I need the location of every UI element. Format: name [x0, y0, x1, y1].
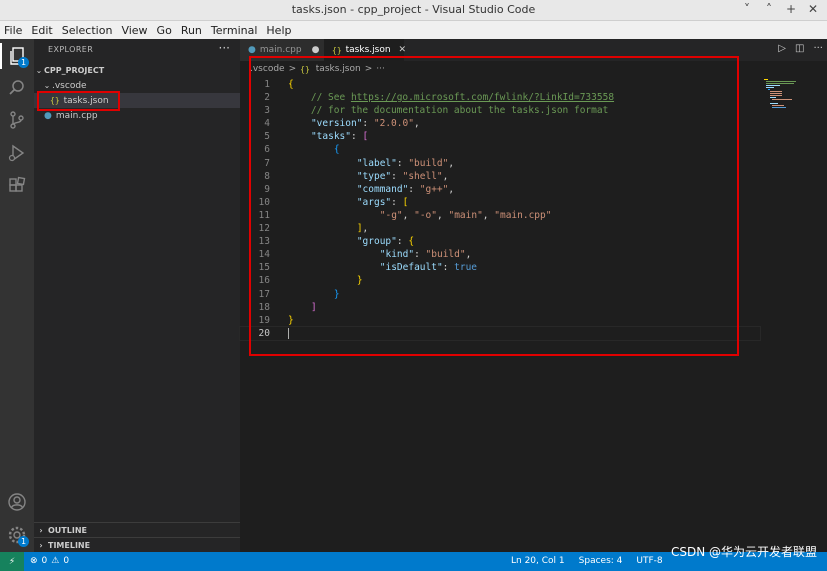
menu-bar: File Edit Selection View Go Run Terminal…: [0, 21, 827, 39]
explorer-activity[interactable]: 1: [0, 41, 34, 71]
encoding[interactable]: UTF-8: [636, 556, 662, 566]
project-name: CPP_PROJECT: [44, 66, 105, 75]
split-editor-icon[interactable]: ◫: [795, 43, 804, 54]
cpp-file-icon: ●: [44, 110, 52, 121]
menu-file[interactable]: File: [4, 24, 22, 37]
settings-badge: 1: [18, 536, 29, 547]
account-icon: [8, 493, 26, 511]
warning-count: 0: [63, 556, 70, 566]
chevron-down-icon: ⌄: [35, 66, 43, 75]
menu-view[interactable]: View: [121, 24, 147, 37]
editor-actions: ▷ ◫ ···: [778, 43, 823, 54]
window-expand-button[interactable]: ˄: [763, 2, 775, 16]
highlight-box-explorer-item: [37, 91, 120, 111]
extensions-activity[interactable]: [0, 171, 34, 201]
search-icon: [9, 80, 24, 95]
title-bar: tasks.json - cpp_project - Visual Studio…: [0, 0, 827, 21]
explorer-header: EXPLORER: [48, 45, 94, 54]
error-count: 0: [41, 556, 48, 566]
tab-label: main.cpp: [259, 45, 302, 55]
active-indicator: [0, 43, 2, 69]
remote-indicator[interactable]: ⚡: [0, 552, 24, 571]
window-title: tasks.json - cpp_project - Visual Studio…: [291, 3, 536, 16]
outline-label: OUTLINE: [48, 525, 87, 535]
close-icon[interactable]: ✕: [399, 45, 407, 55]
more-actions-icon[interactable]: ···: [813, 43, 823, 54]
timeline-section[interactable]: › TIMELINE: [34, 537, 240, 552]
timeline-label: TIMELINE: [48, 540, 91, 550]
json-file-icon: {}: [332, 45, 342, 55]
cursor-position[interactable]: Ln 20, Col 1: [511, 556, 565, 566]
accounts-activity[interactable]: [0, 487, 34, 517]
run-debug-icon: [8, 144, 25, 162]
project-folder-row[interactable]: ⌄ CPP_PROJECT: [34, 63, 240, 78]
window-maximize-button[interactable]: +: [785, 2, 797, 16]
menu-edit[interactable]: Edit: [31, 24, 52, 37]
chevron-right-icon: ›: [39, 540, 43, 550]
search-activity[interactable]: [0, 73, 34, 103]
menu-terminal[interactable]: Terminal: [211, 24, 258, 37]
more-actions-button[interactable]: ···: [219, 41, 230, 55]
run-icon[interactable]: ▷: [778, 43, 786, 54]
highlight-box-editor: [249, 56, 739, 356]
error-icon: ⊗: [30, 556, 38, 566]
explorer-badge: 1: [18, 57, 29, 68]
menu-run[interactable]: Run: [181, 24, 202, 37]
indentation[interactable]: Spaces: 4: [579, 556, 623, 566]
menu-go[interactable]: Go: [157, 24, 172, 37]
menu-help[interactable]: Help: [266, 24, 291, 37]
watermark: CSDN @华为云开发者联盟: [670, 545, 817, 559]
manage-activity[interactable]: 1: [0, 520, 34, 550]
activity-bar: 1 1: [0, 39, 34, 552]
warning-icon: ⚠: [51, 556, 60, 566]
status-right-items: Ln 20, Col 1 Spaces: 4 UTF-8: [511, 556, 663, 566]
explorer-sidebar: EXPLORER ··· ⌄ CPP_PROJECT ⌄ .vscode {} …: [34, 39, 240, 552]
modified-dot-icon: ●: [311, 45, 320, 55]
problems-indicator[interactable]: ⊗ 0 ⚠ 0: [30, 556, 69, 566]
source-control-icon: [10, 111, 24, 129]
window-collapse-button[interactable]: ˅: [741, 2, 753, 16]
minimap[interactable]: [762, 77, 812, 117]
tree-item-label: .vscode: [52, 80, 87, 91]
chevron-down-icon: ⌄: [43, 81, 51, 90]
tab-label: tasks.json: [345, 45, 391, 55]
chevron-right-icon: ›: [39, 525, 43, 535]
extensions-icon: [9, 176, 26, 192]
cpp-file-icon: ●: [248, 45, 256, 55]
tree-item-label: main.cpp: [55, 110, 98, 121]
window-controls: ˅ ˄ + ✕: [741, 2, 819, 16]
vscode-window: tasks.json - cpp_project - Visual Studio…: [0, 0, 827, 571]
run-debug-activity[interactable]: [0, 138, 34, 168]
source-control-activity[interactable]: [0, 105, 34, 135]
window-close-button[interactable]: ✕: [807, 2, 819, 16]
outline-section[interactable]: › OUTLINE: [34, 522, 240, 537]
menu-selection[interactable]: Selection: [62, 24, 113, 37]
